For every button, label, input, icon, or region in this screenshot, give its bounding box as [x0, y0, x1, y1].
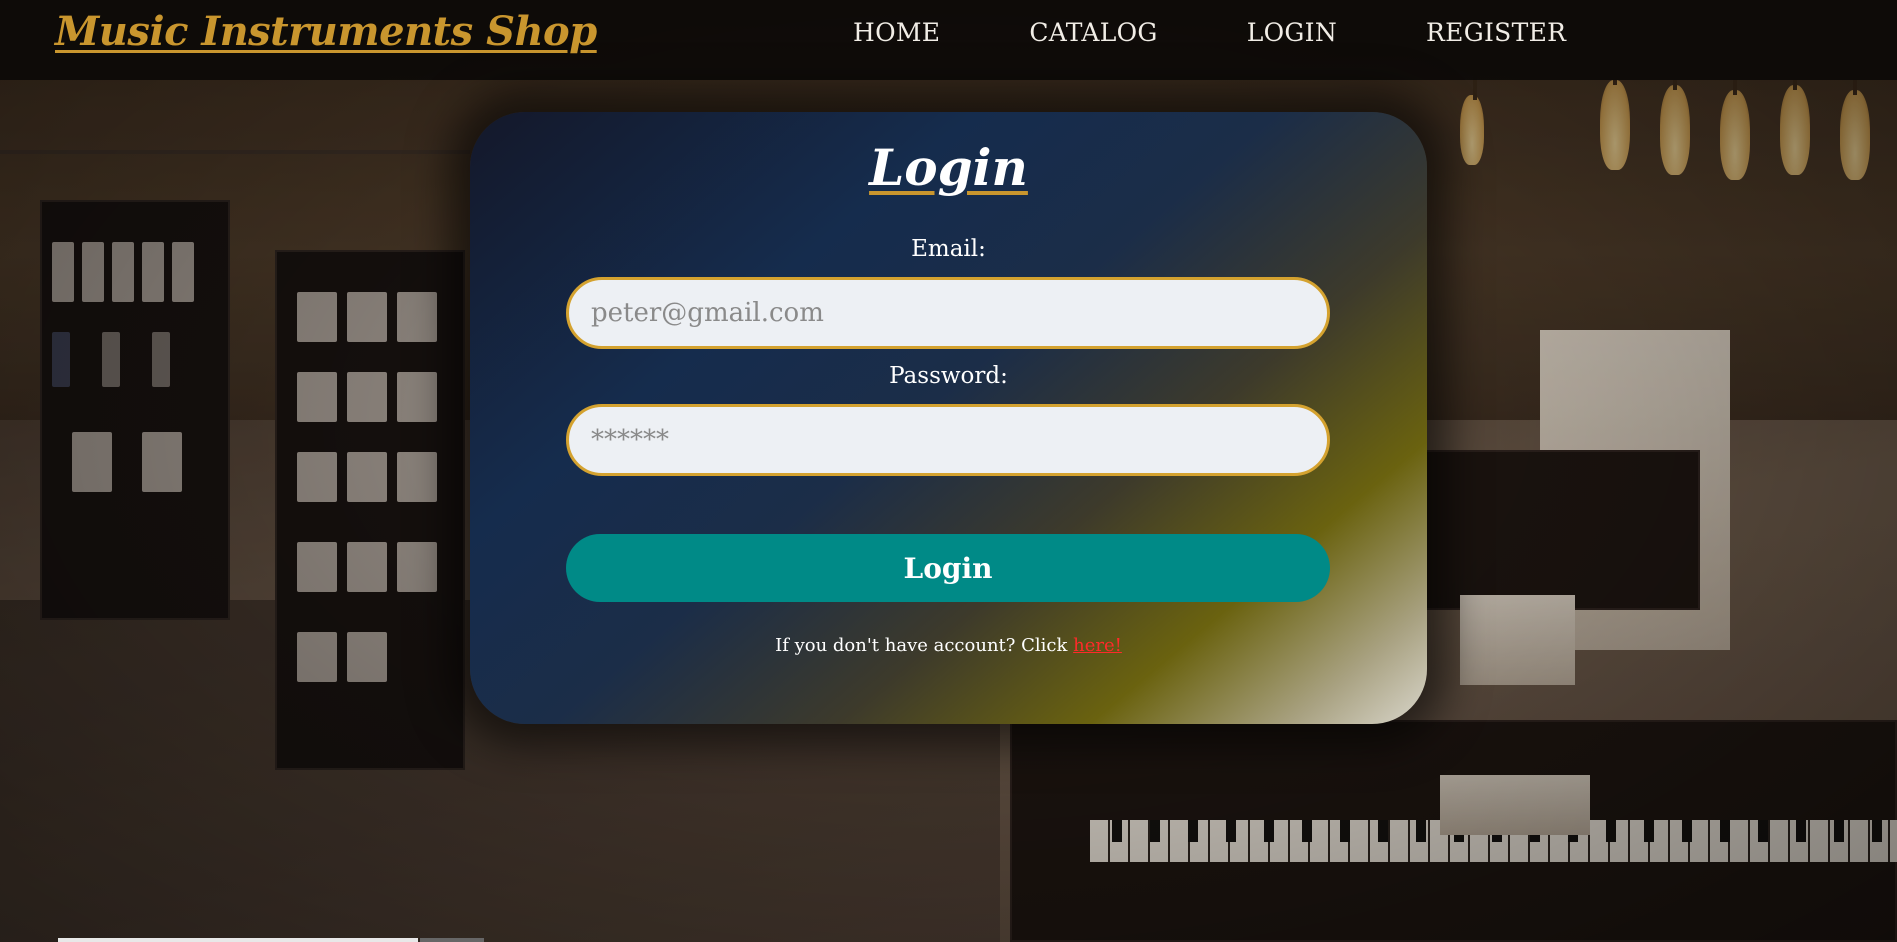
register-prompt-text: If you don't have account? Click	[775, 635, 1068, 656]
nav-register[interactable]: REGISTER	[1426, 18, 1566, 47]
brand-logo-link[interactable]: Music Instruments Shop	[55, 8, 597, 55]
register-link[interactable]: here!	[1073, 635, 1122, 656]
login-card: Login Email: Password: Login If you don'…	[470, 112, 1427, 724]
register-hint: If you don't have account? Click here!	[470, 635, 1427, 656]
email-input[interactable]	[566, 277, 1330, 349]
scrollbar-track[interactable]	[420, 938, 484, 942]
nav-catalog[interactable]: CATALOG	[1029, 18, 1157, 47]
main-nav: HOME CATALOG LOGIN REGISTER	[853, 18, 1655, 47]
password-input[interactable]	[566, 404, 1330, 476]
login-title: Login	[869, 138, 1028, 197]
nav-login[interactable]: LOGIN	[1247, 18, 1337, 47]
scrollbar-thumb[interactable]	[58, 938, 418, 942]
nav-home[interactable]: HOME	[853, 18, 940, 47]
login-button[interactable]: Login	[566, 534, 1330, 602]
top-nav-bar: Music Instruments Shop HOME CATALOG LOGI…	[0, 0, 1897, 80]
password-label: Password:	[889, 363, 1008, 389]
email-label: Email:	[911, 236, 986, 262]
